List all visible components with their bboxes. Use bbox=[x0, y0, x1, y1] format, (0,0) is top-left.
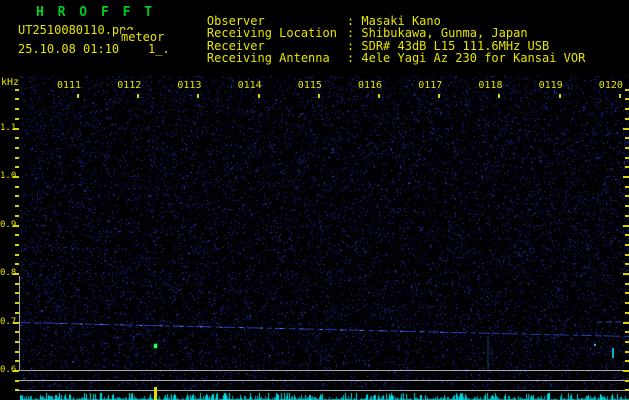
freq-tick-label: 0.6 bbox=[0, 365, 17, 375]
time-label: 0119 bbox=[538, 80, 563, 91]
freq-minor-tick-left bbox=[15, 185, 19, 188]
freq-minor-tick-right bbox=[625, 205, 629, 208]
freq-minor-tick-right bbox=[625, 108, 629, 111]
freq-minor-tick-right bbox=[625, 311, 629, 314]
time-tick bbox=[558, 94, 561, 98]
freq-tick-label: 0.7 bbox=[0, 316, 17, 327]
freq-tick-label: 0.8 bbox=[0, 268, 17, 278]
freq-minor-tick-left bbox=[15, 253, 19, 256]
freq-minor-tick-right bbox=[625, 350, 629, 353]
freq-minor-tick-right bbox=[625, 253, 629, 256]
freq-minor-tick-right bbox=[625, 195, 629, 198]
freq-minor-tick-left bbox=[15, 195, 19, 198]
freq-minor-tick-right bbox=[625, 360, 629, 363]
time-label: 0117 bbox=[418, 80, 443, 91]
carrier-lines-layer bbox=[19, 321, 629, 371]
time-label: 0116 bbox=[358, 80, 383, 91]
level-reference-line bbox=[19, 370, 629, 371]
level-reference-line bbox=[19, 380, 629, 381]
time-label: 0114 bbox=[237, 80, 262, 91]
freq-major-tick-right bbox=[623, 127, 629, 130]
freq-minor-tick-right bbox=[625, 292, 629, 295]
freq-tick-label: 0.9 bbox=[0, 219, 17, 230]
freq-minor-tick-right bbox=[625, 98, 629, 101]
time-label: 0120 bbox=[598, 80, 623, 91]
time-label: 0112 bbox=[117, 80, 142, 91]
freq-minor-tick-left bbox=[15, 350, 19, 353]
freq-tick-label: 1.0 bbox=[0, 171, 17, 181]
freq-minor-tick-left bbox=[15, 340, 19, 343]
time-tick bbox=[197, 94, 200, 98]
freq-minor-tick-right bbox=[625, 243, 629, 246]
freq-minor-tick-right bbox=[625, 263, 629, 266]
time-label: 0115 bbox=[297, 80, 322, 91]
drifting-carrier-line bbox=[19, 322, 629, 337]
freq-minor-tick-right bbox=[625, 234, 629, 237]
freq-minor-tick-left bbox=[15, 331, 19, 334]
freq-minor-tick-right bbox=[625, 146, 629, 149]
freq-minor-tick-right bbox=[625, 156, 629, 159]
time-tick bbox=[438, 94, 441, 98]
level-spike-marker bbox=[154, 387, 157, 400]
time-label: 0118 bbox=[478, 80, 503, 91]
freq-minor-tick-left bbox=[15, 98, 19, 101]
freq-minor-tick-right bbox=[625, 88, 629, 91]
freq-minor-tick-left bbox=[15, 108, 19, 111]
freq-minor-tick-left bbox=[15, 292, 19, 295]
freq-minor-tick-left bbox=[15, 360, 19, 363]
freq-minor-tick-left bbox=[15, 311, 19, 314]
hrofft-window: H R O F F T UT2510080110.png meteor 25.1… bbox=[0, 0, 629, 400]
time-tick bbox=[257, 94, 260, 98]
freq-minor-tick-left bbox=[15, 282, 19, 285]
freq-major-tick-right bbox=[623, 176, 629, 178]
freq-minor-tick-left bbox=[15, 243, 19, 246]
freq-minor-tick-left bbox=[15, 263, 19, 266]
meteor-echo-dot bbox=[154, 344, 157, 348]
time-label: 0111 bbox=[57, 80, 82, 91]
freq-minor-tick-right bbox=[625, 166, 629, 169]
freq-minor-tick-left bbox=[15, 214, 19, 217]
freq-minor-tick-right bbox=[625, 340, 629, 343]
freq-minor-tick-left bbox=[15, 389, 19, 392]
freq-minor-tick-right bbox=[625, 137, 629, 140]
freq-minor-tick-right bbox=[625, 214, 629, 217]
freq-minor-tick-right bbox=[625, 331, 629, 334]
freq-minor-tick-right bbox=[625, 282, 629, 285]
freq-minor-tick-left bbox=[15, 117, 19, 120]
time-tick bbox=[317, 94, 320, 98]
freq-minor-tick-left bbox=[15, 137, 19, 140]
freq-major-tick-right bbox=[623, 321, 629, 324]
freq-major-tick-right bbox=[623, 370, 629, 372]
freq-minor-tick-left bbox=[15, 379, 19, 382]
freq-minor-tick-right bbox=[625, 302, 629, 305]
freq-major-tick-right bbox=[623, 273, 629, 275]
time-tick bbox=[498, 94, 501, 98]
freq-minor-tick-left bbox=[15, 146, 19, 149]
freq-minor-tick-left bbox=[15, 88, 19, 91]
freq-minor-tick-left bbox=[15, 234, 19, 237]
observation-tag: meteor bbox=[121, 30, 165, 44]
freq-minor-tick-right bbox=[625, 117, 629, 120]
freq-major-tick-right bbox=[623, 224, 629, 227]
freq-minor-tick-left bbox=[15, 205, 19, 208]
freq-minor-tick-right bbox=[625, 185, 629, 188]
time-tick bbox=[77, 94, 79, 98]
freq-minor-tick-left bbox=[15, 166, 19, 169]
freq-tick-label: 1.1 bbox=[0, 122, 17, 133]
cyan-dash-mark bbox=[612, 348, 614, 358]
time-tick bbox=[618, 94, 621, 98]
time-tick bbox=[378, 94, 380, 98]
plot-left-border bbox=[19, 276, 20, 371]
time-label: 0113 bbox=[177, 80, 202, 91]
freq-minor-tick-right bbox=[625, 379, 629, 382]
time-tick bbox=[137, 94, 140, 98]
freq-minor-tick-left bbox=[15, 156, 19, 159]
freq-unit-label: kHz bbox=[1, 77, 20, 88]
freq-minor-tick-left bbox=[15, 302, 19, 305]
cyan-dot-mark bbox=[594, 344, 596, 346]
level-reference-line bbox=[19, 390, 629, 391]
freq-minor-tick-right bbox=[625, 389, 629, 392]
